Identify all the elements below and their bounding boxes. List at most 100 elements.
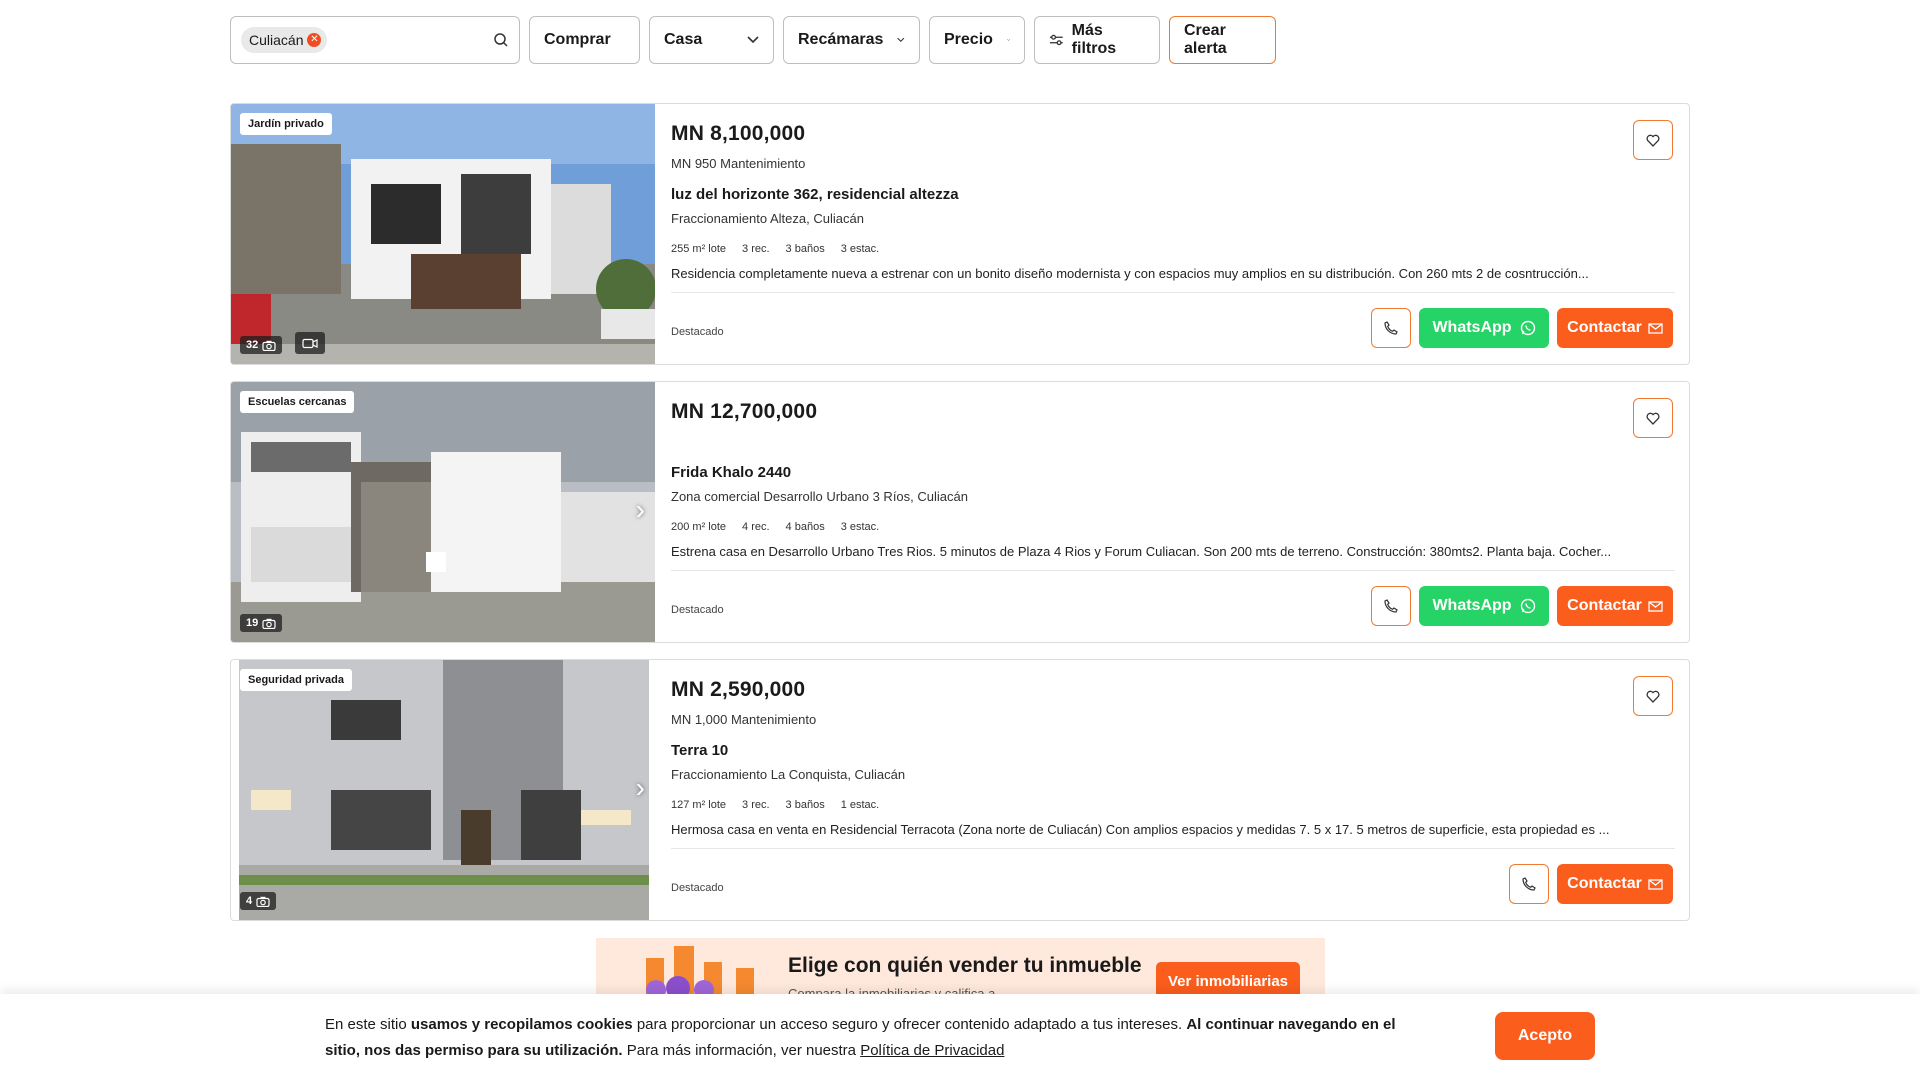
whatsapp-button[interactable]: WhatsApp <box>1419 586 1549 626</box>
cookie-banner: En este sitio usamos y recopilamos cooki… <box>0 994 1920 1080</box>
price-label: Precio <box>944 31 993 48</box>
listing-card[interactable]: Seguridad privada 4 › MN 2,590,000 MN 1,… <box>230 659 1690 921</box>
feature-bathrooms: 3 baños <box>785 799 825 811</box>
mail-icon <box>1648 322 1663 334</box>
location-chip[interactable]: Culiacán ✕ <box>241 27 328 53</box>
contact-label: Contactar <box>1567 875 1642 892</box>
cookie-bold-1: usamos y recopilamos cookies <box>410 1016 633 1033</box>
next-photo-icon[interactable]: › <box>636 494 645 526</box>
photo-count[interactable]: 19 <box>240 614 283 632</box>
divider <box>671 848 1675 849</box>
photo-count-value: 19 <box>246 617 259 629</box>
house-photo <box>231 382 655 642</box>
whatsapp-icon <box>1520 598 1535 614</box>
accept-cookies-button[interactable]: Acepto <box>1495 1012 1595 1060</box>
cookie-text-2: para proporcionar un acceso seguro y ofr… <box>632 1016 1187 1033</box>
phone-button[interactable] <box>1509 864 1549 904</box>
listing-tag: Seguridad privada <box>240 669 352 691</box>
favorite-button[interactable] <box>1633 398 1673 438</box>
listing-location: Fraccionamiento Alteza, Culiacán <box>671 211 864 226</box>
listing-features: 255 m² lote 3 rec. 3 baños 3 estac. <box>671 243 879 255</box>
whatsapp-icon <box>1520 320 1535 336</box>
feature-lot: 200 m² lote <box>671 521 727 533</box>
house-photo <box>231 660 655 920</box>
property-type-dropdown[interactable]: Casa <box>649 16 774 64</box>
listing-description[interactable]: Residencia completamente nueva a estrena… <box>671 266 1621 281</box>
divider <box>671 292 1675 293</box>
city-illustration <box>646 946 754 1000</box>
listing-price: MN 2,590,000 <box>671 678 806 701</box>
privacy-policy-link[interactable]: Política de Privacidad <box>860 1042 1004 1059</box>
feature-bedrooms: 3 rec. <box>742 799 770 811</box>
mail-icon <box>1648 600 1663 612</box>
feature-lot: 255 m² lote <box>671 243 727 255</box>
chevron-down-icon <box>897 37 905 42</box>
feature-bathrooms: 4 baños <box>785 521 825 533</box>
photo-count[interactable]: 4 <box>240 892 277 910</box>
promo-title: Elige con quién vender tu inmueble <box>788 954 1142 977</box>
chevron-down-icon <box>1007 39 1010 41</box>
contact-button[interactable]: Contactar <box>1557 586 1673 626</box>
phone-button[interactable] <box>1371 586 1411 626</box>
cookie-text-3: Para más información, ver nuestra <box>622 1042 861 1059</box>
listing-description[interactable]: Estrena casa en Desarrollo Urbano Tres R… <box>671 544 1621 559</box>
feature-bedrooms: 4 rec. <box>742 521 770 533</box>
feature-parking: 3 estac. <box>840 243 880 255</box>
operation-dropdown[interactable]: Comprar <box>529 16 640 64</box>
photo-count-value: 4 <box>246 895 253 907</box>
more-filters-label: Más filtros <box>1071 22 1117 57</box>
camera-icon <box>262 618 276 629</box>
listing-price: MN 8,100,000 <box>671 122 806 145</box>
chevron-down-icon <box>747 36 759 44</box>
create-alert-label: Crear alerta <box>1184 22 1227 57</box>
price-dropdown[interactable]: Precio <box>929 16 1025 64</box>
whatsapp-label: WhatsApp <box>1432 597 1512 614</box>
listing-photo[interactable]: Escuelas cercanas 19 › <box>231 382 655 642</box>
heart-icon <box>1646 412 1660 425</box>
favorite-button[interactable] <box>1633 676 1673 716</box>
listing-features: 200 m² lote 4 rec. 4 baños 3 estac. <box>671 521 879 533</box>
listing-maintenance: MN 950 Mantenimiento <box>671 156 806 171</box>
listing-address[interactable]: Terra 10 <box>671 742 728 759</box>
listing-card[interactable]: Jardín privado 32 MN 8,100,000 MN 950 Ma… <box>230 103 1690 365</box>
camera-icon <box>262 340 276 351</box>
favorite-button[interactable] <box>1633 120 1673 160</box>
remove-chip-icon[interactable]: ✕ <box>307 33 322 47</box>
phone-button[interactable] <box>1371 308 1411 348</box>
feature-parking: 1 estac. <box>840 799 880 811</box>
listing-photo[interactable]: Jardín privado 32 <box>231 104 655 364</box>
listing-tag: Escuelas cercanas <box>240 391 355 413</box>
listing-tag: Jardín privado <box>240 113 332 135</box>
next-photo-icon[interactable]: › <box>636 772 645 804</box>
bedrooms-dropdown[interactable]: Recámaras <box>783 16 920 64</box>
feature-parking: 3 estac. <box>840 521 880 533</box>
property-type-label: Casa <box>664 31 703 48</box>
whatsapp-button[interactable]: WhatsApp <box>1419 308 1549 348</box>
photo-count[interactable]: 32 <box>240 336 283 354</box>
operation-label: Comprar <box>544 31 611 48</box>
contact-button[interactable]: Contactar <box>1557 308 1673 348</box>
video-button[interactable] <box>295 332 325 354</box>
listing-address[interactable]: Frida Khalo 2440 <box>671 464 791 481</box>
cookie-text-1: En este sitio <box>325 1016 411 1033</box>
listing-address[interactable]: luz del horizonte 362, residencial altez… <box>671 186 959 203</box>
listing-location: Zona comercial Desarrollo Urbano 3 Ríos,… <box>671 489 968 504</box>
feature-lot: 127 m² lote <box>671 799 727 811</box>
contact-label: Contactar <box>1567 597 1642 614</box>
location-search-input[interactable]: Culiacán ✕ <box>230 16 520 64</box>
more-filters-button[interactable]: Más filtros <box>1034 16 1160 64</box>
listing-card[interactable]: Escuelas cercanas 19 › MN 12,700,000 Fri… <box>230 381 1690 643</box>
search-icon[interactable] <box>493 32 509 48</box>
promo-banner: Elige con quién vender tu inmueble Compa… <box>596 938 1325 1000</box>
bedrooms-label: Recámaras <box>798 31 884 48</box>
listing-price: MN 12,700,000 <box>671 400 818 423</box>
camera-icon <box>256 896 270 907</box>
sliders-icon <box>1049 34 1063 46</box>
listing-features: 127 m² lote 3 rec. 3 baños 1 estac. <box>671 799 879 811</box>
contact-button[interactable]: Contactar <box>1557 864 1673 904</box>
listing-description[interactable]: Hermosa casa en venta en Residencial Ter… <box>671 822 1621 837</box>
create-alert-button[interactable]: Crear alerta <box>1169 16 1276 64</box>
featured-badge: Destacado <box>671 882 724 894</box>
house-photo <box>231 104 655 364</box>
listing-photo[interactable]: Seguridad privada 4 › <box>231 660 655 920</box>
